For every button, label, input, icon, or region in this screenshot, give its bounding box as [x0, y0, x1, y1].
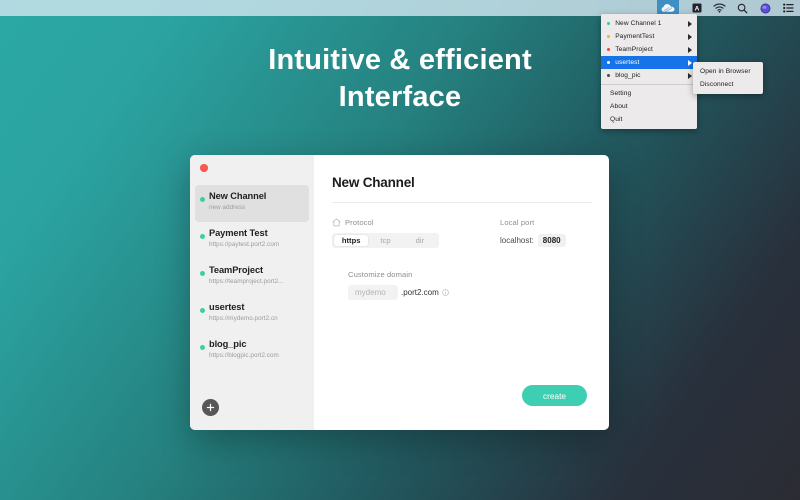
sidebar-item-teamproject[interactable]: TeamProject https://teamproject.port2... [195, 259, 309, 296]
channel-address: new address [209, 204, 246, 211]
menu-item-usertest[interactable]: usertest [601, 56, 697, 69]
spotlight-search-icon[interactable] [735, 0, 750, 16]
create-button[interactable]: create [522, 385, 587, 406]
sidebar-item-payment-test[interactable]: Payment Test https://paytest.port2.com [195, 222, 309, 259]
menu-item-new-channel-1[interactable]: New Channel 1 [601, 17, 697, 30]
menu-item-label: usertest [615, 59, 640, 66]
status-dot [200, 197, 205, 202]
protocol-field: Protocol https tcp dir [332, 218, 500, 248]
channel-name: blog_pic [209, 339, 247, 349]
status-dot [607, 73, 611, 78]
control-center-icon[interactable] [781, 0, 796, 16]
domain-input[interactable]: mydemo [348, 285, 398, 300]
menu-item-about[interactable]: About [601, 100, 697, 113]
sidebar-item-new-channel[interactable]: New Channel new address [195, 185, 309, 222]
menu-item-label: TeamProject [615, 46, 653, 53]
sidebar: New Channel new address Payment Test htt… [190, 155, 314, 430]
chevron-right-icon [688, 46, 692, 53]
menu-item-blog-pic[interactable]: blog_pic [601, 69, 697, 82]
protocol-label-row: Protocol [332, 218, 500, 227]
protocol-option-dir[interactable]: dir [403, 235, 437, 246]
menu-item-label: blog_pic [615, 72, 641, 79]
sidebar-item-usertest[interactable]: usertest https://mydemo.port2.cn [195, 296, 309, 333]
status-dot [607, 21, 611, 26]
channel-address: https://paytest.port2.com [209, 241, 280, 248]
local-port-label: Local port [500, 218, 535, 227]
wifi-icon[interactable] [712, 0, 727, 16]
window-controls [200, 164, 208, 172]
customize-domain-label: Customize domain [348, 270, 413, 279]
menu-item-teamproject[interactable]: TeamProject [601, 43, 697, 56]
sidebar-item-blog-pic[interactable]: blog_pic https://blogpic.port2.com [195, 333, 309, 370]
domain-input-row: mydemo .port2.com [348, 285, 609, 300]
submenu-item-disconnect[interactable]: Disconnect [693, 78, 763, 91]
protocol-port-row: Protocol https tcp dir Local port localh… [332, 218, 609, 248]
protocol-segmented-control[interactable]: https tcp dir [332, 233, 439, 248]
siri-icon[interactable] [758, 0, 773, 16]
submenu-item-label: Disconnect [700, 81, 734, 88]
application-window: New Channel new address Payment Test htt… [190, 155, 609, 430]
protocol-option-https[interactable]: https [334, 235, 369, 246]
submenu-item-open-in-browser[interactable]: Open in Browser [693, 65, 763, 78]
menu-item-quit[interactable]: Quit [601, 113, 697, 126]
customize-domain-field: Customize domain mydemo .port2.com [332, 270, 609, 300]
add-channel-button[interactable] [202, 399, 219, 416]
channel-address: https://blogpic.port2.com [209, 352, 279, 359]
channel-name: TeamProject [209, 265, 264, 275]
channel-list: New Channel new address Payment Test htt… [190, 185, 314, 370]
tray-dropdown-menu: New Channel 1 PaymentTest TeamProject us… [601, 14, 697, 129]
home-icon [332, 218, 341, 227]
menu-item-label: New Channel 1 [615, 20, 662, 27]
menu-divider [601, 84, 697, 85]
localhost-prefix: localhost: [500, 236, 534, 245]
svg-text:A: A [694, 6, 699, 13]
desktop-background: A Intuitive & efficient Interface New Ch… [0, 0, 800, 500]
status-dot [607, 47, 611, 52]
domain-suffix: .port2.com [401, 288, 439, 297]
chevron-right-icon [688, 33, 692, 40]
chevron-right-icon [688, 72, 692, 79]
channel-address: https://mydemo.port2.cn [209, 315, 278, 322]
status-dot [607, 34, 611, 39]
channel-name: New Channel [209, 191, 267, 201]
detail-pane: New Channel Protocol https tcp dir Local… [314, 155, 609, 430]
close-button[interactable] [200, 164, 208, 172]
status-dot [200, 234, 205, 239]
channel-context-submenu: Open in Browser Disconnect [693, 62, 763, 94]
chevron-right-icon [688, 59, 692, 66]
channel-address: https://teamproject.port2... [209, 278, 284, 285]
status-dot [607, 60, 611, 65]
status-dot [200, 271, 205, 276]
divider [332, 202, 592, 203]
status-dot [200, 345, 205, 350]
menu-item-setting[interactable]: Setting [601, 87, 697, 100]
info-icon [441, 289, 449, 296]
menu-item-label: PaymentTest [615, 33, 655, 40]
channel-name: usertest [209, 302, 245, 312]
menu-item-label: Setting [610, 90, 632, 97]
menu-item-label: Quit [610, 116, 623, 123]
protocol-label: Protocol [345, 218, 374, 227]
menu-item-label: About [610, 103, 628, 110]
status-dot [200, 308, 205, 313]
local-port-value-row: localhost: 8080 [500, 234, 566, 247]
detail-title: New Channel [332, 175, 415, 190]
plus-icon [206, 403, 215, 412]
submenu-item-label: Open in Browser [700, 68, 751, 75]
protocol-option-tcp[interactable]: tcp [368, 235, 402, 246]
local-port-field: Local port localhost: 8080 [500, 218, 566, 248]
menu-item-paymenttest[interactable]: PaymentTest [601, 30, 697, 43]
channel-name: Payment Test [209, 228, 268, 238]
chevron-right-icon [688, 20, 692, 27]
local-port-input[interactable]: 8080 [537, 234, 566, 247]
